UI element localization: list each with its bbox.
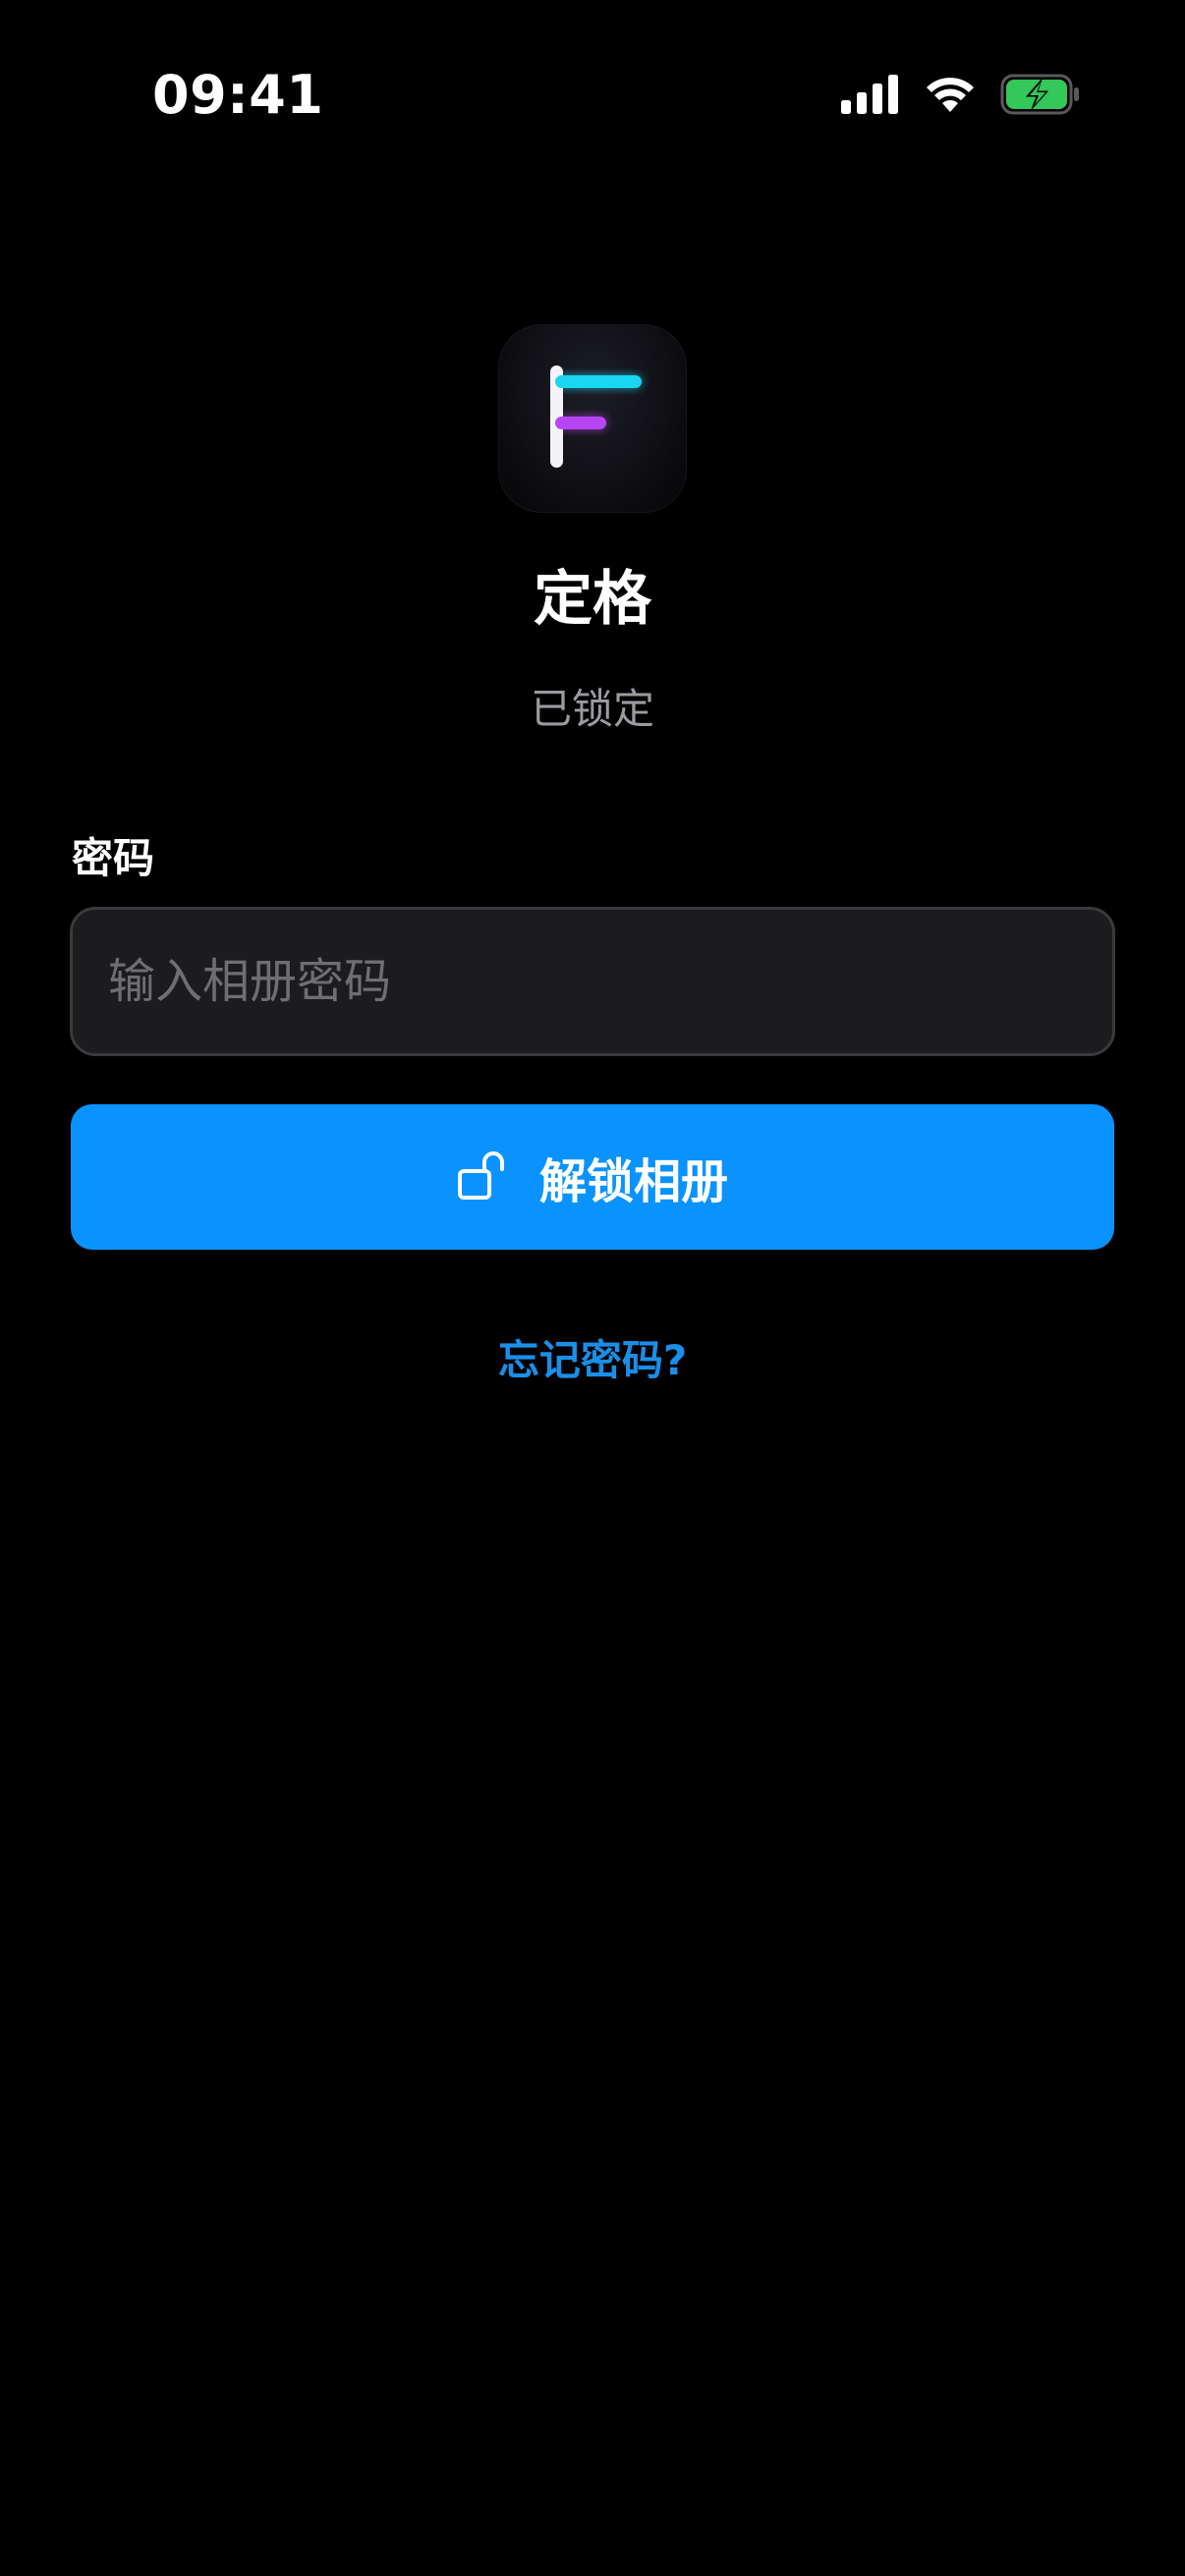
app-name: 定格 [534, 565, 651, 634]
battery-charging-icon [1000, 74, 1081, 119]
lock-screen: 09:41 定格 已锁定 密码 解锁相册 忘记密码? [0, 0, 1185, 2576]
app-logo-icon [498, 324, 687, 513]
status-icons [841, 71, 1081, 122]
status-time: 09:41 [152, 64, 324, 126]
unlock-album-button[interactable]: 解锁相册 [71, 1104, 1114, 1250]
unlock-icon [457, 1148, 510, 1205]
cellular-signal-icon [841, 75, 900, 118]
lock-status: 已锁定 [530, 685, 654, 733]
forgot-password-link[interactable]: 忘记密码? [0, 1331, 1185, 1390]
wifi-icon [924, 75, 977, 118]
unlock-button-label: 解锁相册 [538, 1154, 728, 1209]
password-label: 密码 [72, 834, 155, 882]
password-input[interactable] [70, 907, 1115, 1056]
